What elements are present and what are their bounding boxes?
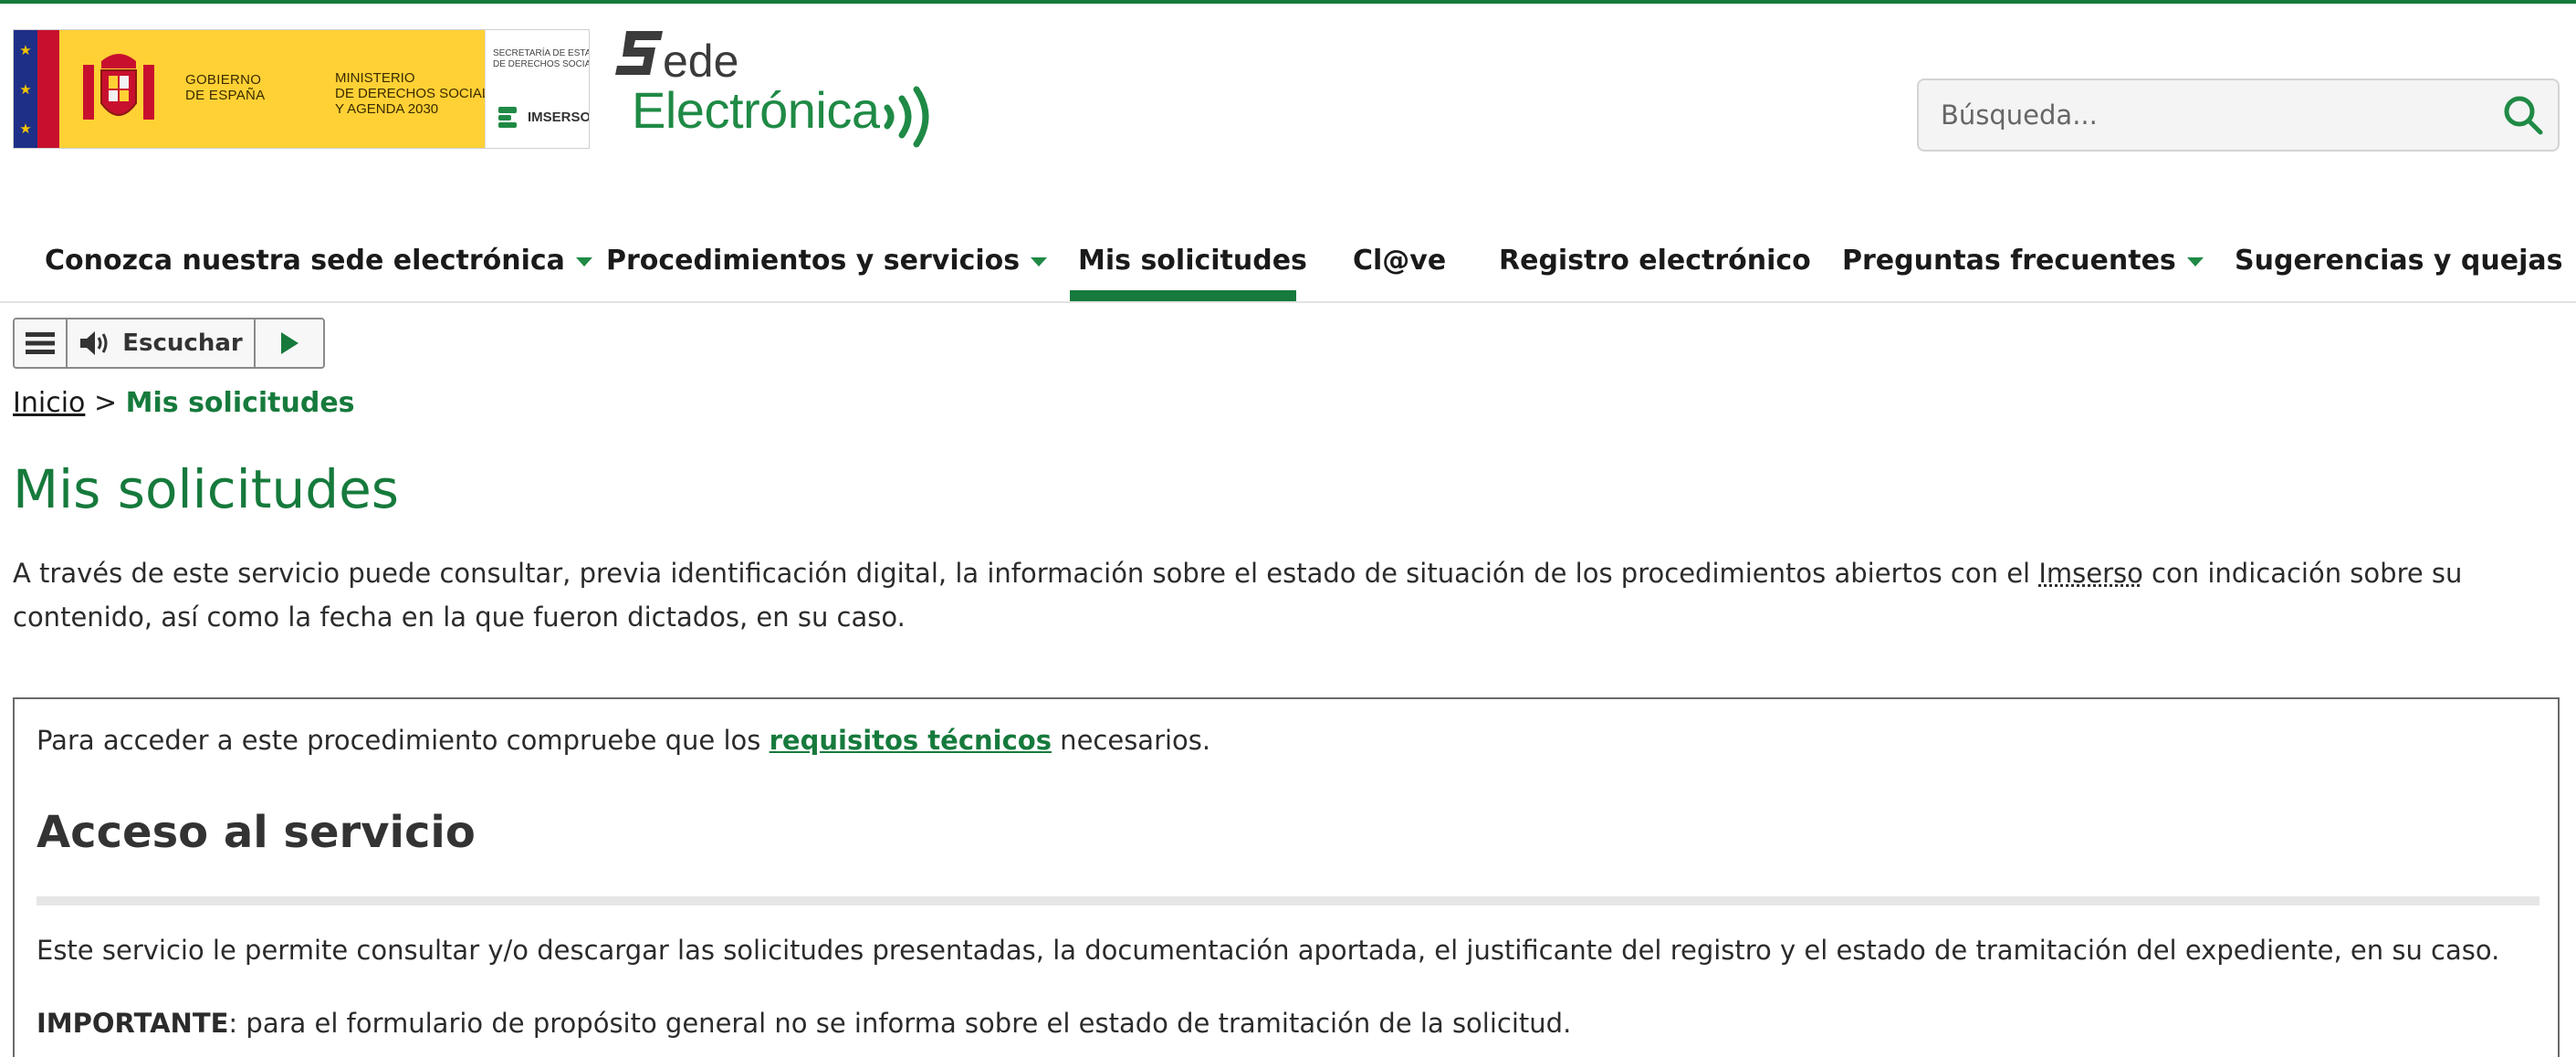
nav-item-conozca[interactable]: Conozca nuestra sede electrónica: [45, 217, 592, 303]
nav-item-registro[interactable]: Registro electrónico: [1499, 217, 1811, 303]
play-button[interactable]: [256, 319, 323, 367]
speaker-icon: [80, 331, 108, 355]
secretary-text: SECRETARÍA DE ESTADO DE DERECHOS SOCIALE…: [493, 48, 589, 69]
imserso-logo-icon: [498, 107, 517, 128]
nav-item-clave[interactable]: Cl@ve: [1353, 217, 1446, 303]
imserso-abbreviation: Imserso: [2038, 558, 2143, 589]
listen-menu-button[interactable]: [15, 319, 68, 367]
caret-down-icon: [1031, 257, 1048, 267]
technical-requirements-link[interactable]: requisitos técnicos: [770, 725, 1052, 756]
service-description: Este servicio le permite consultar y/o d…: [37, 935, 2500, 966]
important-note: IMPORTANTE: para el formulario de propós…: [37, 1008, 1572, 1039]
section-divider: [37, 896, 2539, 905]
search-icon: [2504, 96, 2543, 135]
imserso-text: IMSERSO: [528, 109, 590, 125]
search-box: [1917, 78, 2560, 152]
top-accent-line: [0, 0, 2576, 4]
imserso-logo-area: SECRETARÍA DE ESTADO DE DERECHOS SOCIALE…: [485, 30, 589, 148]
listen-button[interactable]: Escuchar: [68, 319, 256, 367]
listen-label: Escuchar: [122, 330, 243, 357]
eu-flag-stripe: ★ ★ ★: [14, 30, 59, 148]
access-service-box: Para acceder a este procedimiento compru…: [13, 697, 2560, 1057]
breadcrumb-separator: >: [93, 387, 118, 419]
play-icon: [281, 332, 298, 354]
sede-s-icon: [615, 31, 663, 75]
search-input[interactable]: [1919, 80, 2488, 150]
nav-item-sugerencias[interactable]: Sugerencias y quejas: [2235, 217, 2562, 303]
breadcrumb-current: Mis solicitudes: [125, 387, 355, 419]
caret-down-icon: [575, 257, 592, 267]
intro-paragraph: A través de este servicio puede consulta…: [13, 558, 2463, 633]
search-button[interactable]: [2488, 80, 2558, 150]
nav-active-indicator: [1070, 290, 1296, 301]
signal-waves-icon: [884, 86, 929, 148]
sede-electronica-logo[interactable]: ede Electrónica: [615, 27, 953, 155]
ministry-banner: GOBIERNO DE ESPAÑA MINISTERIO DE DERECHO…: [59, 30, 508, 148]
access-section-title: Acceso al servicio: [37, 807, 476, 858]
electronica-text: Electrónica: [632, 81, 880, 139]
gobierno-text: GOBIERNO DE ESPAÑA: [185, 72, 266, 103]
nav-item-procedimientos[interactable]: Procedimientos y servicios: [606, 217, 1048, 303]
main-navigation: Conozca nuestra sede electrónica Procedi…: [0, 217, 2576, 303]
coat-of-arms-icon: [83, 54, 154, 120]
ministry-text: MINISTERIO DE DERECHOS SOCIALES Y AGENDA…: [335, 70, 508, 117]
readspeaker-widget: Escuchar: [13, 318, 325, 369]
hamburger-icon: [26, 332, 55, 354]
page-title: Mis solicitudes: [13, 458, 399, 520]
caret-down-icon: [2186, 257, 2204, 267]
nav-item-preguntas[interactable]: Preguntas frecuentes: [1842, 217, 2204, 303]
breadcrumb-home-link[interactable]: Inicio: [13, 387, 85, 419]
breadcrumb: Inicio > Mis solicitudes: [13, 387, 355, 419]
requirements-line: Para acceder a este procedimiento compru…: [37, 725, 1211, 756]
government-logo[interactable]: ★ ★ ★ GOBIERNO DE ESPAÑA MINISTERIO DE DER…: [13, 29, 590, 149]
